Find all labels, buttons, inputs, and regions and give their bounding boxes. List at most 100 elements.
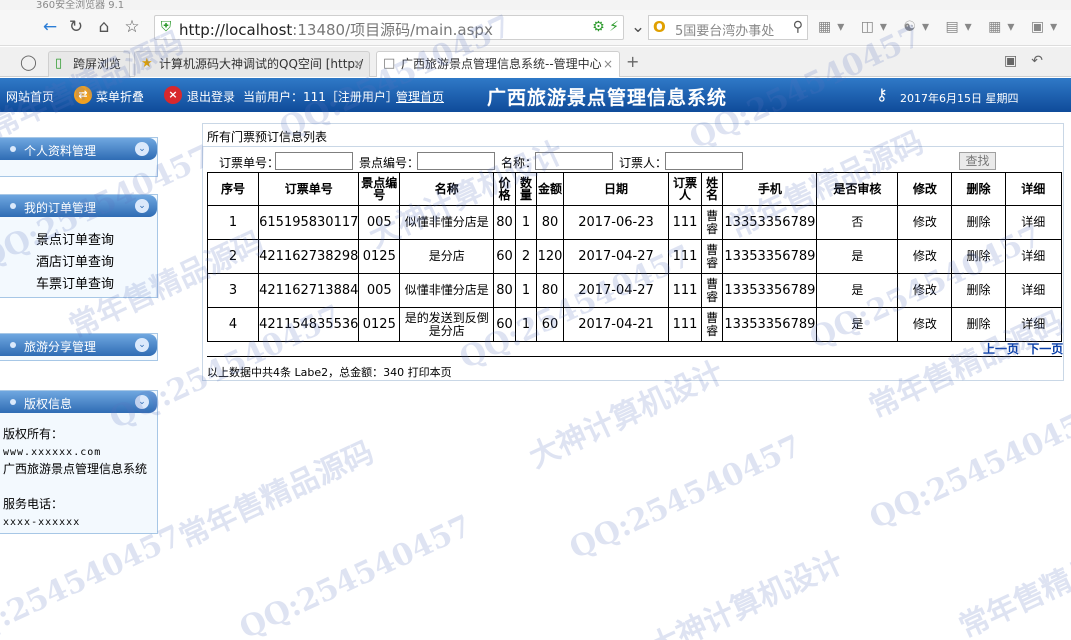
cell-index: 2 (206, 239, 260, 274)
home-icon[interactable]: ⌂ (94, 17, 114, 37)
close-icon[interactable]: × (353, 52, 363, 76)
delete-link[interactable]: 删除 (951, 273, 1006, 308)
refresh-icon[interactable]: ↻ (66, 17, 86, 37)
sidebar-panel-header[interactable]: 个人资料管理 ⌄ (0, 138, 157, 160)
bullet-icon (10, 342, 16, 348)
watermark: 常年售精品源码 (173, 434, 380, 556)
logout-icon[interactable]: × (164, 86, 182, 104)
collapse-menu-link[interactable]: 菜单折叠 (96, 88, 144, 105)
chevron-down-icon[interactable]: ⌄ (135, 142, 149, 156)
column-header: 修改 (897, 172, 953, 206)
cell-index: 1 (206, 205, 260, 240)
watermark: QQ:254540457 (0, 518, 187, 640)
restore-icon[interactable]: ◯ (20, 53, 37, 71)
cell-spot-no: 005 (358, 205, 401, 240)
cell-reviewed: 是 (816, 273, 899, 308)
url-path: :13480/项目源码/main.aspx (292, 21, 493, 39)
cell-person-name: 曹睿 (700, 273, 724, 308)
column-header: 金额 (536, 172, 564, 206)
search-field[interactable]: O 5国要台湾办事处 ⚲ (648, 15, 808, 40)
search-icon[interactable]: ⚲ (793, 19, 803, 35)
lightning-icon[interactable]: ⚙ ⚡ (592, 19, 619, 35)
copyright-system-name: 广西旅游景点管理信息系统 (3, 462, 148, 476)
tab-active-admin[interactable]: □ 广西旅游景点管理信息系统--管理中心 × (376, 51, 620, 77)
column-header: 序号 (206, 172, 260, 206)
shield-icon: ⛨ (160, 19, 172, 35)
chevron-down-icon[interactable]: ⌄ (135, 199, 149, 213)
edit-link[interactable]: 修改 (897, 205, 953, 240)
cell-name: 似懂非懂分店是 (399, 273, 495, 308)
home-link[interactable]: 网站首页 (6, 88, 54, 105)
tab-tools-icons[interactable]: ▣↶ (1004, 53, 1057, 69)
detail-link[interactable]: 详细 (1004, 307, 1063, 342)
panel-label: 旅游分享管理 (24, 340, 97, 354)
page-title: 所有门票预订信息列表 (207, 130, 328, 144)
delete-link[interactable]: 删除 (951, 307, 1006, 342)
order-no-input[interactable] (275, 152, 353, 170)
booker-input[interactable] (665, 152, 743, 170)
detail-link[interactable]: 详细 (1004, 239, 1063, 274)
detail-link[interactable]: 详细 (1004, 205, 1063, 240)
admin-home-link[interactable]: 管理首页 (396, 88, 444, 105)
detail-link[interactable]: 详细 (1004, 273, 1063, 308)
next-page-link[interactable]: 下一页 (1027, 342, 1063, 356)
name-input[interactable] (535, 152, 613, 170)
search-engine-icon: O (653, 18, 666, 36)
bullet-icon (10, 203, 16, 209)
cell-order-no: 421162738298 (258, 239, 360, 274)
column-header: 姓名 (700, 172, 724, 206)
edit-link[interactable]: 修改 (897, 307, 953, 342)
logout-link[interactable]: 退出登录 (187, 88, 235, 105)
chevron-down-icon[interactable]: ⌄ (135, 338, 149, 352)
close-icon[interactable]: × (603, 52, 613, 76)
tab-qq-space[interactable]: ★ 计算机源码大神调试的QQ空间 [http:/ × (134, 51, 370, 77)
chevron-down-icon[interactable]: ⌄ (628, 17, 648, 37)
chevron-down-icon[interactable]: ⌄ (135, 395, 149, 409)
cell-date: 2017-04-27 (562, 273, 670, 308)
page-icon: □ (383, 56, 396, 71)
prev-page-link[interactable]: 上一页 (983, 342, 1019, 356)
cell-spot-no: 0125 (358, 307, 401, 342)
sidebar-panel-header[interactable]: 版权信息 ⌄ (0, 391, 157, 413)
column-header: 详细 (1004, 172, 1063, 206)
spot-no-input[interactable] (417, 152, 495, 170)
cell-date: 2017-04-27 (562, 239, 670, 274)
browser-address-bar: ← ↻ ⌂ ☆ ⛨ http://localhost:13480/项目源码/ma… (0, 10, 1071, 46)
delete-link[interactable]: 删除 (951, 239, 1006, 274)
panel-label: 版权信息 (24, 397, 73, 411)
edit-link[interactable]: 修改 (897, 273, 953, 308)
tab-cross-screen[interactable]: ▯ 跨屏浏览 (48, 51, 130, 77)
url-text[interactable]: http://localhost:13480/项目源码/main.aspx (179, 19, 493, 40)
column-header: 是否审核 (816, 172, 899, 206)
name-label: 名称： (501, 156, 538, 170)
new-tab-icon[interactable]: + (626, 52, 639, 71)
cell-person-name: 曹睿 (700, 205, 724, 240)
sidebar-item-hotel-orders[interactable]: 酒店订单查询 (36, 251, 114, 270)
cell-quantity: 2 (514, 239, 538, 274)
column-header: 订票单号 (258, 172, 360, 206)
menu-collapse-icon[interactable]: ⇄ (74, 86, 92, 104)
search-button[interactable]: 查找 (959, 152, 996, 170)
search-text[interactable]: 5国要台湾办事处 (675, 20, 774, 39)
sidebar-panel-header[interactable]: 旅游分享管理 ⌄ (0, 334, 157, 356)
sidebar-item-ticket-orders[interactable]: 车票订单查询 (36, 273, 114, 292)
cell-price: 60 (493, 239, 516, 274)
back-icon[interactable]: ← (40, 17, 60, 37)
cell-price: 80 (493, 205, 516, 240)
panel-label: 我的订单管理 (24, 201, 97, 215)
bookmark-star-icon[interactable]: ☆ (122, 17, 142, 37)
cell-price: 60 (493, 307, 516, 342)
sidebar-panel-header[interactable]: 我的订单管理 ⌄ (0, 195, 157, 217)
bullet-icon (10, 146, 16, 152)
table-row: 1 615195830117 005 似懂非懂分店是 80 1 80 2017-… (206, 205, 1063, 240)
column-header: 日期 (562, 172, 670, 206)
delete-link[interactable]: 删除 (951, 205, 1006, 240)
url-field[interactable]: ⛨ http://localhost:13480/项目源码/main.aspx … (154, 15, 624, 40)
sidebar-item-spot-orders[interactable]: 景点订单查询 (36, 229, 114, 248)
system-title: 广西旅游景点管理信息系统 (487, 87, 728, 109)
watermark: QQ:254540457 (864, 398, 1071, 537)
toolbar-icons[interactable]: ▦▾ ◫▾ ☯▾ ▤▾ ▦▾ ▣▾ (818, 19, 1063, 35)
table-row: 3 421162713884 005 似懂非懂分店是 80 1 80 2017-… (206, 273, 1063, 308)
edit-link[interactable]: 修改 (897, 239, 953, 274)
cell-booker: 111 (668, 307, 702, 342)
